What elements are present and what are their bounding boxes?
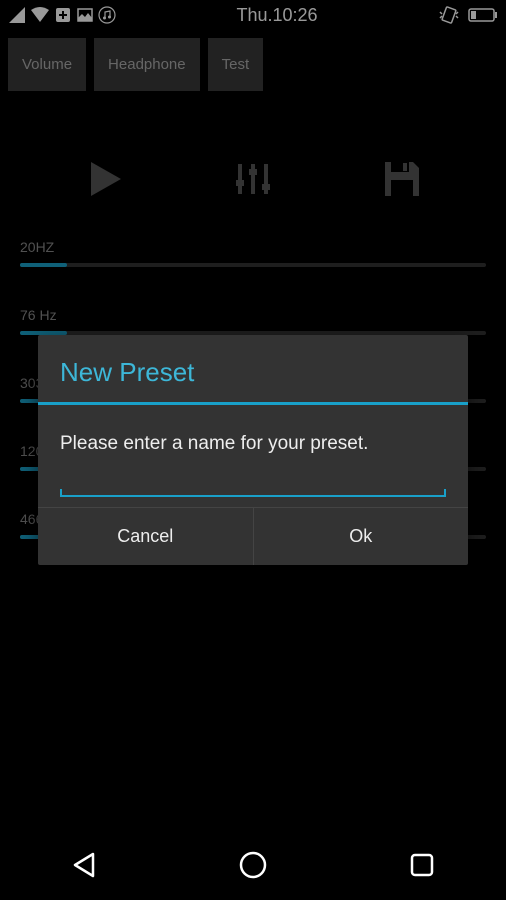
navigation-bar — [0, 830, 506, 900]
preset-name-input[interactable] — [60, 487, 446, 497]
ok-button[interactable]: Ok — [253, 508, 469, 565]
dialog-body: Please enter a name for your preset. — [38, 405, 468, 469]
back-button[interactable] — [64, 845, 104, 885]
new-preset-dialog: New Preset Please enter a name for your … — [38, 335, 468, 565]
home-button[interactable] — [233, 845, 273, 885]
cancel-button[interactable]: Cancel — [38, 508, 253, 565]
recent-button[interactable] — [402, 845, 442, 885]
dialog-overlay: New Preset Please enter a name for your … — [0, 0, 506, 900]
dialog-title: New Preset — [38, 335, 468, 402]
